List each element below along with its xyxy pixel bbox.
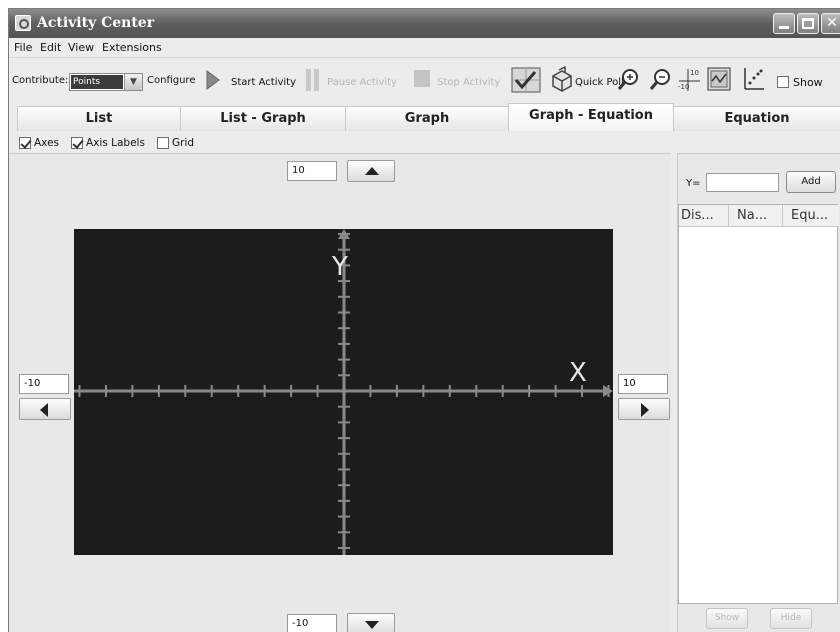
show-label: Show bbox=[793, 76, 823, 89]
scroll-right-button[interactable] bbox=[618, 398, 670, 420]
column-header-display[interactable]: Dis... bbox=[679, 205, 729, 227]
scroll-left-button[interactable] bbox=[19, 398, 71, 420]
x-min-input[interactable]: -10 bbox=[19, 374, 69, 394]
tab-graph[interactable]: Graph bbox=[345, 106, 509, 131]
graph-canvas[interactable]: X Y bbox=[74, 229, 613, 555]
equation-table: Dis... Na... Equ... bbox=[678, 204, 839, 604]
arrow-up-icon bbox=[365, 167, 379, 175]
grid-checkbox[interactable] bbox=[157, 137, 169, 149]
y-axis-label: Y bbox=[331, 252, 348, 282]
zoom-in-icon[interactable] bbox=[617, 68, 639, 92]
y-equals-label: Y= bbox=[686, 178, 701, 189]
axes-label: Axes bbox=[34, 137, 60, 149]
pause-icon[interactable] bbox=[305, 68, 321, 92]
axis-range-icon[interactable]: 10 -10 bbox=[677, 65, 701, 93]
toolbar: Contribute: Points ▼ Configure Start Act… bbox=[9, 59, 840, 105]
column-header-name[interactable]: Na... bbox=[729, 205, 783, 227]
chevron-down-icon[interactable]: ▼ bbox=[124, 74, 142, 90]
configure-button[interactable]: Configure bbox=[147, 75, 195, 86]
activity-center-window: Activity Center ✕ File Edit View Extensi… bbox=[8, 8, 840, 632]
maximize-button[interactable] bbox=[797, 13, 819, 34]
axes-option[interactable]: Axes bbox=[19, 137, 59, 149]
axis-range-max-text: 10 bbox=[690, 69, 699, 77]
arrow-down-icon bbox=[365, 621, 379, 629]
zoom-out-icon[interactable] bbox=[649, 68, 671, 92]
maximize-icon bbox=[802, 18, 814, 29]
menu-view[interactable]: View bbox=[68, 41, 94, 54]
scatter-plot-icon[interactable] bbox=[741, 66, 765, 92]
arrow-left-icon bbox=[40, 403, 48, 417]
checkmark-graph-icon[interactable] bbox=[511, 67, 541, 93]
menu-file[interactable]: File bbox=[14, 41, 32, 54]
axis-labels-option[interactable]: Axis Labels bbox=[71, 137, 145, 149]
close-button[interactable]: ✕ bbox=[821, 13, 840, 34]
play-icon[interactable] bbox=[206, 69, 220, 91]
tab-list-graph[interactable]: List - Graph bbox=[180, 106, 346, 131]
graph-panel: 10 -10 10 -10 X Y bbox=[9, 153, 671, 632]
contribute-select-value: Points bbox=[71, 75, 123, 89]
menu-edit[interactable]: Edit bbox=[40, 41, 61, 54]
stop-activity-button[interactable]: Stop Activity bbox=[437, 77, 500, 88]
equation-input[interactable] bbox=[706, 173, 779, 192]
pause-activity-button[interactable]: Pause Activity bbox=[327, 77, 397, 88]
hide-equation-button[interactable]: Hide bbox=[770, 608, 812, 629]
window-title: Activity Center bbox=[37, 15, 155, 31]
contribute-label: Contribute: bbox=[12, 75, 69, 86]
tab-equation[interactable]: Equation bbox=[673, 106, 840, 131]
close-icon: ✕ bbox=[826, 15, 838, 31]
start-activity-button[interactable]: Start Activity bbox=[231, 77, 296, 88]
y-min-input[interactable]: -10 bbox=[287, 614, 337, 632]
grid-option[interactable]: Grid bbox=[157, 137, 194, 149]
menu-extensions[interactable]: Extensions bbox=[102, 41, 162, 54]
grid-label: Grid bbox=[172, 137, 195, 149]
minimize-button[interactable] bbox=[773, 13, 795, 34]
quick-poll-icon[interactable] bbox=[549, 66, 575, 92]
scroll-up-button[interactable] bbox=[347, 160, 395, 182]
minimize-icon bbox=[779, 26, 789, 29]
stop-icon[interactable] bbox=[413, 69, 431, 89]
axis-labels-label: Axis Labels bbox=[86, 137, 145, 149]
arrow-right-icon bbox=[641, 403, 649, 417]
axes-checkbox[interactable] bbox=[19, 137, 31, 149]
add-equation-button[interactable]: Add bbox=[786, 171, 836, 193]
x-max-input[interactable]: 10 bbox=[618, 374, 668, 394]
menu-bar: File Edit View Extensions bbox=[9, 38, 840, 58]
tab-list[interactable]: List bbox=[17, 106, 181, 131]
contribute-select[interactable]: Points ▼ bbox=[69, 73, 143, 91]
axis-labels-checkbox[interactable] bbox=[71, 137, 83, 149]
y-max-input[interactable]: 10 bbox=[287, 161, 337, 181]
tab-graph-equation[interactable]: Graph - Equation bbox=[508, 103, 674, 131]
show-checkbox[interactable] bbox=[777, 75, 789, 88]
graph-window-icon[interactable] bbox=[707, 67, 731, 91]
x-axis-label: X bbox=[569, 358, 587, 388]
axis-range-min-text: -10 bbox=[678, 83, 689, 91]
show-equation-button[interactable]: Show bbox=[706, 608, 748, 629]
app-icon bbox=[15, 15, 31, 31]
view-tabs: List List - Graph Graph Graph - Equation… bbox=[9, 103, 840, 131]
title-bar[interactable]: Activity Center ✕ bbox=[9, 9, 840, 38]
equation-panel: Y= Add Dis... Na... Equ... Show Hide bbox=[677, 153, 840, 632]
scroll-down-button[interactable] bbox=[347, 613, 395, 632]
column-header-equation[interactable]: Equ... bbox=[783, 205, 839, 227]
